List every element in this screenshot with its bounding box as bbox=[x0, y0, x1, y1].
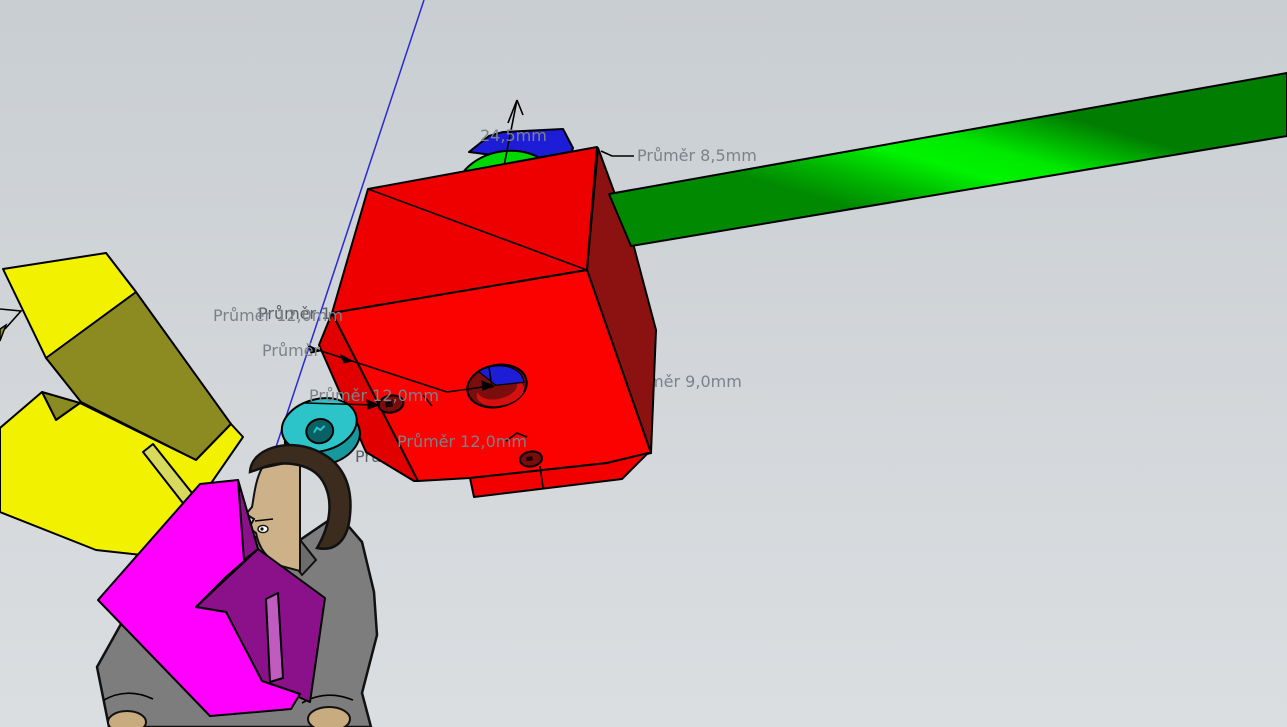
dim-label-dia12-mid[interactable]: Průměr 12,0mm bbox=[309, 386, 439, 405]
dim-label-dia12-bottom[interactable]: Průměr 12,0mm bbox=[397, 432, 527, 451]
person-hand-right bbox=[308, 707, 350, 727]
dim-label-24-5[interactable]: 24,5mm bbox=[480, 126, 547, 145]
dim-label-dia8-5[interactable]: Průměr 8,5mm bbox=[637, 146, 757, 165]
dim-label-dia-short[interactable]: Průměr bbox=[262, 341, 321, 360]
dim-label-dia12-left[interactable]: Průměr 12,0mm bbox=[213, 306, 343, 325]
person-hand-left bbox=[108, 711, 146, 727]
cad-viewport: Průměr 12,0mm Průměr 9,0mm Průměr bbox=[0, 0, 1287, 727]
